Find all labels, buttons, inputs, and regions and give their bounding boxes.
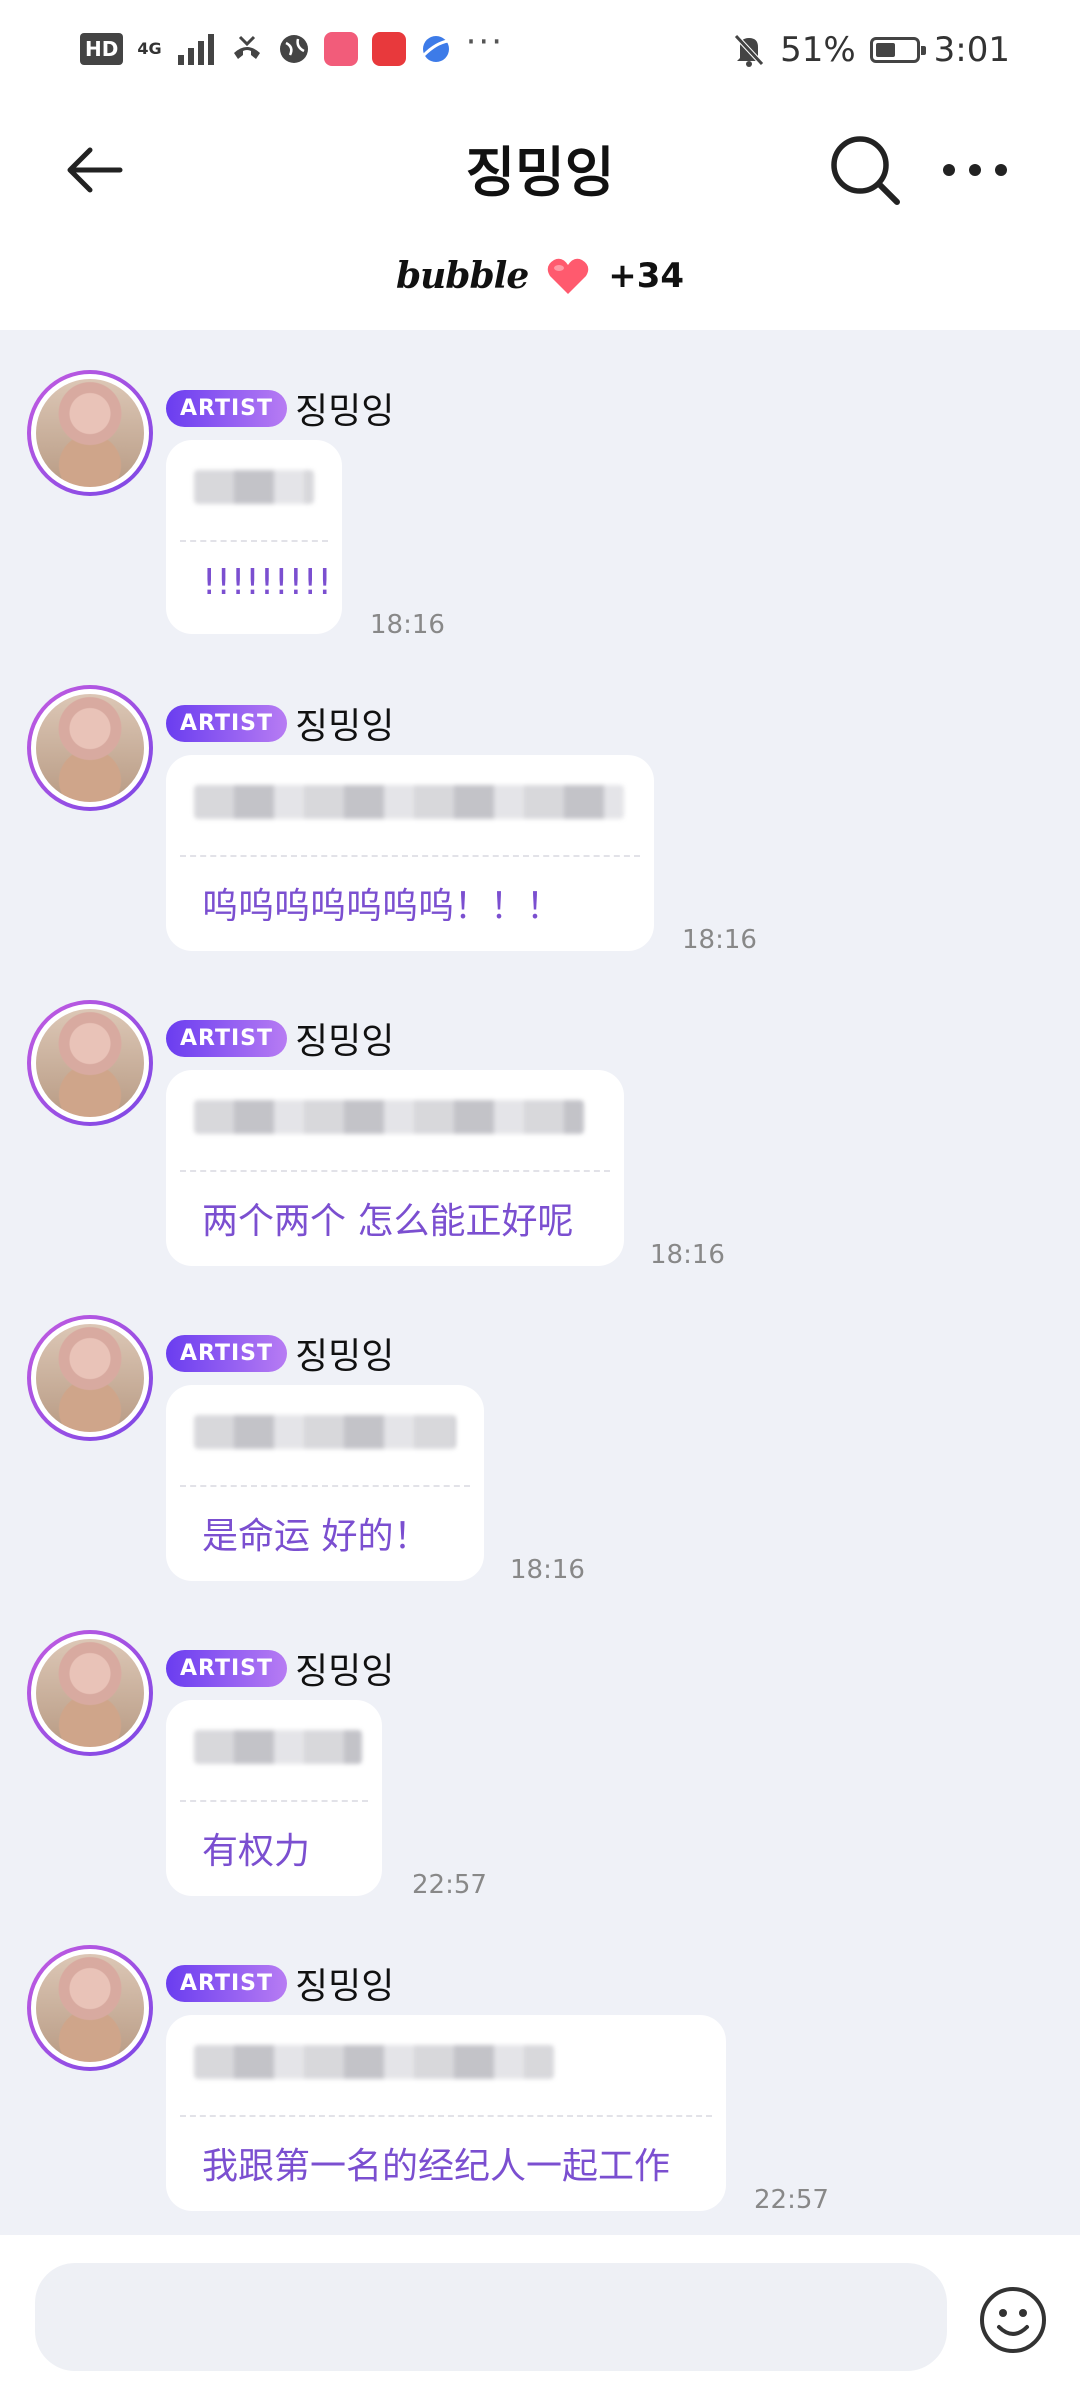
sender-name: 징밍잉 xyxy=(295,1336,395,1377)
vpn-globe-icon xyxy=(279,35,308,63)
avatar[interactable] xyxy=(27,1945,153,2071)
artist-badge: ARTIST xyxy=(166,1334,288,1372)
blurred-original-text xyxy=(194,1415,456,1449)
message-time: 22:57 xyxy=(412,1870,487,1900)
message-time: 18:16 xyxy=(370,610,445,640)
artist-badge: ARTIST xyxy=(166,389,288,427)
avatar[interactable] xyxy=(27,1315,153,1441)
battery-icon xyxy=(869,37,926,63)
search-button[interactable] xyxy=(825,130,905,210)
message-time: 18:16 xyxy=(650,1240,725,1270)
subscriber-count: +34 xyxy=(608,256,685,296)
artist-badge: ARTIST xyxy=(166,1649,288,1687)
message-bubble[interactable]: 呜呜呜呜呜呜呜！！！ xyxy=(166,755,654,951)
more-icon xyxy=(943,164,1007,176)
blurred-original-text xyxy=(194,470,314,504)
weibo-app-icon xyxy=(323,32,358,66)
chat-header: 징밍잉 bubble +34 xyxy=(0,110,1080,330)
battery-percent: 51% xyxy=(780,30,856,70)
status-bar: HD 4G ··· 51% 3:01 xyxy=(0,0,1080,110)
blurred-original-text xyxy=(194,1100,584,1134)
bubble-subheader: bubble +34 xyxy=(0,255,1080,297)
bubble-logo: bubble xyxy=(395,255,529,297)
network-type: 4G xyxy=(137,39,162,58)
message-bubble[interactable]: !!!!!!!!! xyxy=(166,440,342,634)
sender-name: 징밍잉 xyxy=(295,1021,395,1062)
message-bubble[interactable]: 有权力 xyxy=(166,1700,382,1896)
translated-text: !!!!!!!!! xyxy=(202,562,332,603)
sender-name: 징밍잉 xyxy=(295,1651,395,1692)
sender-name: 징밍잉 xyxy=(295,706,395,747)
message-time: 18:16 xyxy=(510,1555,585,1585)
blurred-original-text xyxy=(194,1730,362,1764)
translated-text: 两个两个 怎么能正好呢 xyxy=(202,1201,574,1242)
avatar[interactable] xyxy=(27,685,153,811)
more-options-button[interactable] xyxy=(935,135,1015,205)
translated-text: 有权力 xyxy=(202,1831,311,1872)
hd-indicator: HD xyxy=(80,33,124,65)
search-icon xyxy=(831,136,900,205)
bell-mute-icon xyxy=(734,34,764,67)
artist-badge: ARTIST xyxy=(166,704,288,742)
translation-divider xyxy=(180,855,640,857)
message-bubble[interactable]: 是命运 好的！ xyxy=(166,1385,484,1581)
artist-badge: ARTIST xyxy=(166,1019,288,1057)
more-notifications: ··· xyxy=(465,22,505,62)
clock: 3:01 xyxy=(933,30,1010,70)
translated-text: 是命运 好的！ xyxy=(202,1516,430,1557)
message-bubble[interactable]: 两个两个 怎么能正好呢 xyxy=(166,1070,624,1266)
page-title: 징밍잉 xyxy=(465,141,615,204)
avatar[interactable] xyxy=(27,1000,153,1126)
translation-divider xyxy=(180,1800,368,1802)
blurred-original-text xyxy=(194,785,624,819)
emoji-button[interactable] xyxy=(978,2285,1048,2355)
translation-divider xyxy=(180,1485,470,1487)
message-input-bar xyxy=(0,2235,1080,2400)
sender-name: 징밍잉 xyxy=(295,1966,395,2007)
message-input[interactable] xyxy=(35,2263,947,2371)
translation-divider xyxy=(180,2115,712,2117)
smile-icon xyxy=(980,2287,1046,2353)
battery-level xyxy=(875,43,895,57)
message-time: 22:57 xyxy=(754,2185,829,2215)
chat-list[interactable]: ARTIST 징밍잉 !!!!!!!!! 18:16 ARTIST 징밍잉 呜呜… xyxy=(0,330,1080,2235)
status-right: 51% 3:01 xyxy=(732,30,1010,70)
huawei-store-icon xyxy=(371,32,406,66)
avatar[interactable] xyxy=(27,370,153,496)
translation-divider xyxy=(180,1170,610,1172)
browser-app-icon xyxy=(422,36,449,62)
signal-icon xyxy=(177,34,214,65)
translated-text: 我跟第一名的经纪人一起工作 xyxy=(202,2146,671,2187)
translation-divider xyxy=(180,540,328,542)
blurred-original-text xyxy=(194,2045,554,2079)
avatar[interactable] xyxy=(27,1630,153,1756)
sender-name: 징밍잉 xyxy=(295,391,395,432)
translated-text: 呜呜呜呜呜呜呜！！！ xyxy=(202,886,563,927)
message-time: 18:16 xyxy=(682,925,757,955)
message-bubble[interactable]: 我跟第一名的经纪人一起工作 xyxy=(166,2015,726,2211)
missed-call-icon xyxy=(233,35,260,59)
artist-badge: ARTIST xyxy=(166,1964,288,2002)
heart-icon xyxy=(547,258,589,294)
status-left: HD 4G ··· xyxy=(80,22,504,66)
